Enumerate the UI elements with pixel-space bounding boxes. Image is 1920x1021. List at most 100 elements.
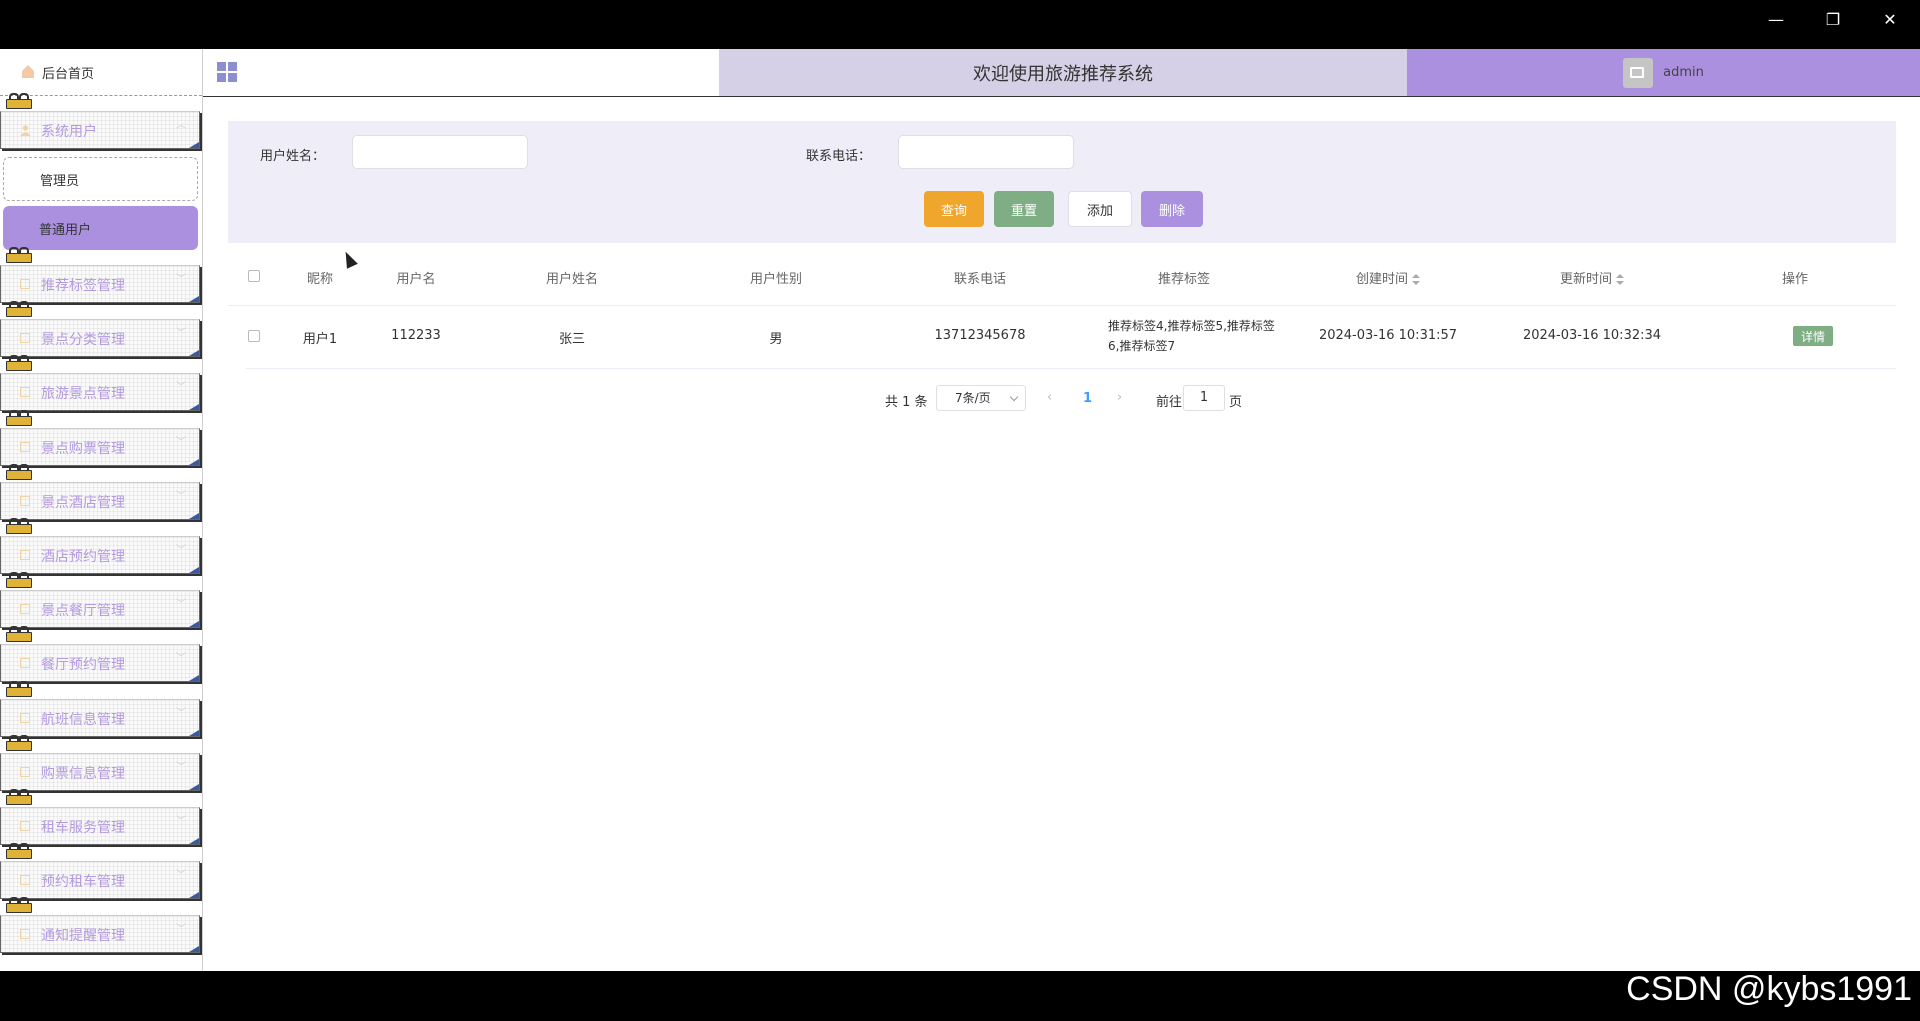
- sidebar-item-admin[interactable]: 管理员: [3, 157, 198, 201]
- row-checkbox[interactable]: [248, 330, 260, 342]
- home-icon: [22, 64, 34, 78]
- user-menu[interactable]: admin: [1407, 49, 1920, 96]
- sidebar-menu-label: 酒店预约管理: [41, 549, 125, 565]
- sidebar-menu-item[interactable]: 景点分类管理 ﹀: [0, 301, 202, 357]
- chevron-down-icon: ﹀: [176, 816, 186, 827]
- query-button[interactable]: 查询: [924, 191, 984, 227]
- search-panel: 用户姓名： 联系电话： 查询 重置 添加 删除: [228, 121, 1896, 243]
- cell-realname: 张三: [558, 332, 586, 347]
- sort-icon[interactable]: [1616, 273, 1625, 286]
- sidebar-item-normal-users[interactable]: 普通用户: [3, 206, 198, 250]
- folder-icon: [20, 279, 30, 289]
- sidebar-menu-item[interactable]: 酒店预约管理 ﹀: [0, 518, 202, 574]
- column-header: 用户姓名: [545, 272, 599, 287]
- select-all-checkbox[interactable]: [248, 270, 260, 282]
- binder-clip-icon: [6, 572, 32, 588]
- binder-clip-icon: [6, 897, 32, 913]
- sidebar-group-label: 系统用户: [41, 124, 97, 140]
- sidebar-menu-item[interactable]: 推荐标签管理 ﹀: [0, 247, 202, 303]
- detail-button[interactable]: 详情: [1793, 326, 1833, 346]
- sidebar-group-system-users[interactable]: 系统用户 ︿: [0, 93, 202, 149]
- column-header: 昵称: [306, 272, 334, 287]
- sidebar-home[interactable]: 后台首页: [0, 49, 202, 96]
- page-unit-label: 页: [1229, 395, 1243, 410]
- sidebar-menu-label: 景点酒店管理: [41, 495, 125, 511]
- cell-nickname: 用户1: [302, 332, 338, 347]
- cell-created: 2024-03-16 10:31:57: [1318, 328, 1458, 343]
- folder-icon: [20, 767, 30, 777]
- chevron-down-icon: ﹀: [176, 274, 186, 285]
- page-size-select[interactable]: 7条/页: [936, 385, 1026, 411]
- chevron-down-icon: ﹀: [176, 328, 186, 339]
- app-window: 后台首页 系统用户 ︿ 管理员 普通用户 推荐标签管理 ﹀ 景点分类管理 ﹀ 旅游景点管…: [0, 49, 1920, 971]
- sidebar-menu-label: 推荐标签管理: [41, 278, 125, 294]
- sidebar-menu-label: 景点餐厅管理: [41, 603, 125, 619]
- goto-page-input[interactable]: 1: [1183, 385, 1225, 411]
- sidebar-menu-label: 景点分类管理: [41, 332, 125, 348]
- sidebar-menu-item[interactable]: 预约租车管理 ﹀: [0, 843, 202, 899]
- sidebar-home-label: 后台首页: [42, 66, 95, 82]
- grid-menu-icon[interactable]: [217, 62, 237, 82]
- chevron-down-icon: ﹀: [176, 545, 186, 556]
- sidebar-menu-item[interactable]: 景点餐厅管理 ﹀: [0, 572, 202, 628]
- reset-button[interactable]: 重置: [994, 191, 1054, 227]
- goto-label: 前往: [1156, 395, 1183, 410]
- table-header: 昵称 用户名 用户姓名 用户性别 联系电话 推荐标签 创建时间 更新时间 操作: [228, 249, 1896, 306]
- page-title: 欢迎使用旅游推荐系统: [719, 49, 1407, 96]
- name-input[interactable]: [352, 135, 528, 169]
- chevron-down-icon: ﹀: [176, 491, 186, 502]
- window-titlebar: — ❐ ✕: [0, 0, 1920, 49]
- add-button[interactable]: 添加: [1068, 191, 1132, 227]
- sidebar: 后台首页 系统用户 ︿ 管理员 普通用户 推荐标签管理 ﹀ 景点分类管理 ﹀ 旅游景点管…: [0, 49, 203, 971]
- table-row: 用户1 112233 张三 男 13712345678 推荐标签4,推荐标签5,…: [246, 306, 1896, 369]
- chevron-down-icon: ﹀: [176, 599, 186, 610]
- sidebar-menu-item[interactable]: 航班信息管理 ﹀: [0, 681, 202, 737]
- binder-clip-icon: [6, 464, 32, 480]
- sidebar-menu-label: 租车服务管理: [41, 820, 125, 836]
- sidebar-menu-item[interactable]: 购票信息管理 ﹀: [0, 735, 202, 791]
- binder-clip-icon: [6, 301, 32, 317]
- chevron-down-icon: ﹀: [176, 924, 186, 935]
- binder-clip-icon: [6, 93, 32, 109]
- sort-icon[interactable]: [1412, 273, 1421, 286]
- close-button[interactable]: ✕: [1873, 8, 1907, 32]
- folder-icon: [20, 658, 30, 668]
- prev-page-icon[interactable]: ‹: [1047, 390, 1052, 405]
- chevron-up-icon: ︿: [176, 120, 186, 131]
- cell-updated: 2024-03-16 10:32:34: [1522, 328, 1662, 343]
- minimize-button[interactable]: —: [1759, 8, 1793, 32]
- column-header: 联系电话: [953, 272, 1007, 287]
- sidebar-menu-item[interactable]: 通知提醒管理 ﹀: [0, 897, 202, 953]
- column-header: 用户性别: [749, 272, 803, 287]
- phone-input[interactable]: [898, 135, 1074, 169]
- chevron-down-icon: ﹀: [176, 437, 186, 448]
- folder-icon: [20, 929, 30, 939]
- folder-icon: [20, 821, 30, 831]
- column-header: 用户名: [396, 272, 436, 287]
- current-page[interactable]: 1: [1083, 391, 1092, 406]
- sidebar-menu-label: 预约租车管理: [41, 874, 125, 890]
- binder-clip-icon: [6, 735, 32, 751]
- folder-icon: [20, 875, 30, 885]
- column-header-updated[interactable]: 更新时间: [1560, 268, 1625, 287]
- watermark: CSDN @kybs1991: [1626, 970, 1912, 1008]
- column-header-created[interactable]: 创建时间: [1356, 268, 1421, 287]
- delete-button[interactable]: 删除: [1141, 191, 1203, 227]
- restore-button[interactable]: ❐: [1816, 8, 1850, 32]
- sidebar-menu-label: 购票信息管理: [41, 766, 125, 782]
- folder-icon: [20, 333, 30, 343]
- column-header: 推荐标签: [1157, 272, 1211, 287]
- next-page-icon[interactable]: ›: [1117, 390, 1122, 405]
- cell-gender: 男: [769, 332, 783, 347]
- sidebar-menu-item[interactable]: 租车服务管理 ﹀: [0, 789, 202, 845]
- sidebar-menu-label: 通知提醒管理: [41, 928, 125, 944]
- sidebar-menu-item[interactable]: 景点购票管理 ﹀: [0, 410, 202, 466]
- sidebar-menu-item[interactable]: 餐厅预约管理 ﹀: [0, 626, 202, 682]
- folder-icon: [20, 442, 30, 452]
- chevron-down-icon: ﹀: [176, 708, 186, 719]
- binder-clip-icon: [6, 843, 32, 859]
- pagination-total: 共 1 条: [885, 395, 928, 410]
- folder-icon: [20, 496, 30, 506]
- sidebar-menu-item[interactable]: 景点酒店管理 ﹀: [0, 464, 202, 520]
- pagination: 共 1 条 7条/页 ‹ 1 › 前往 1 页: [0, 385, 1920, 415]
